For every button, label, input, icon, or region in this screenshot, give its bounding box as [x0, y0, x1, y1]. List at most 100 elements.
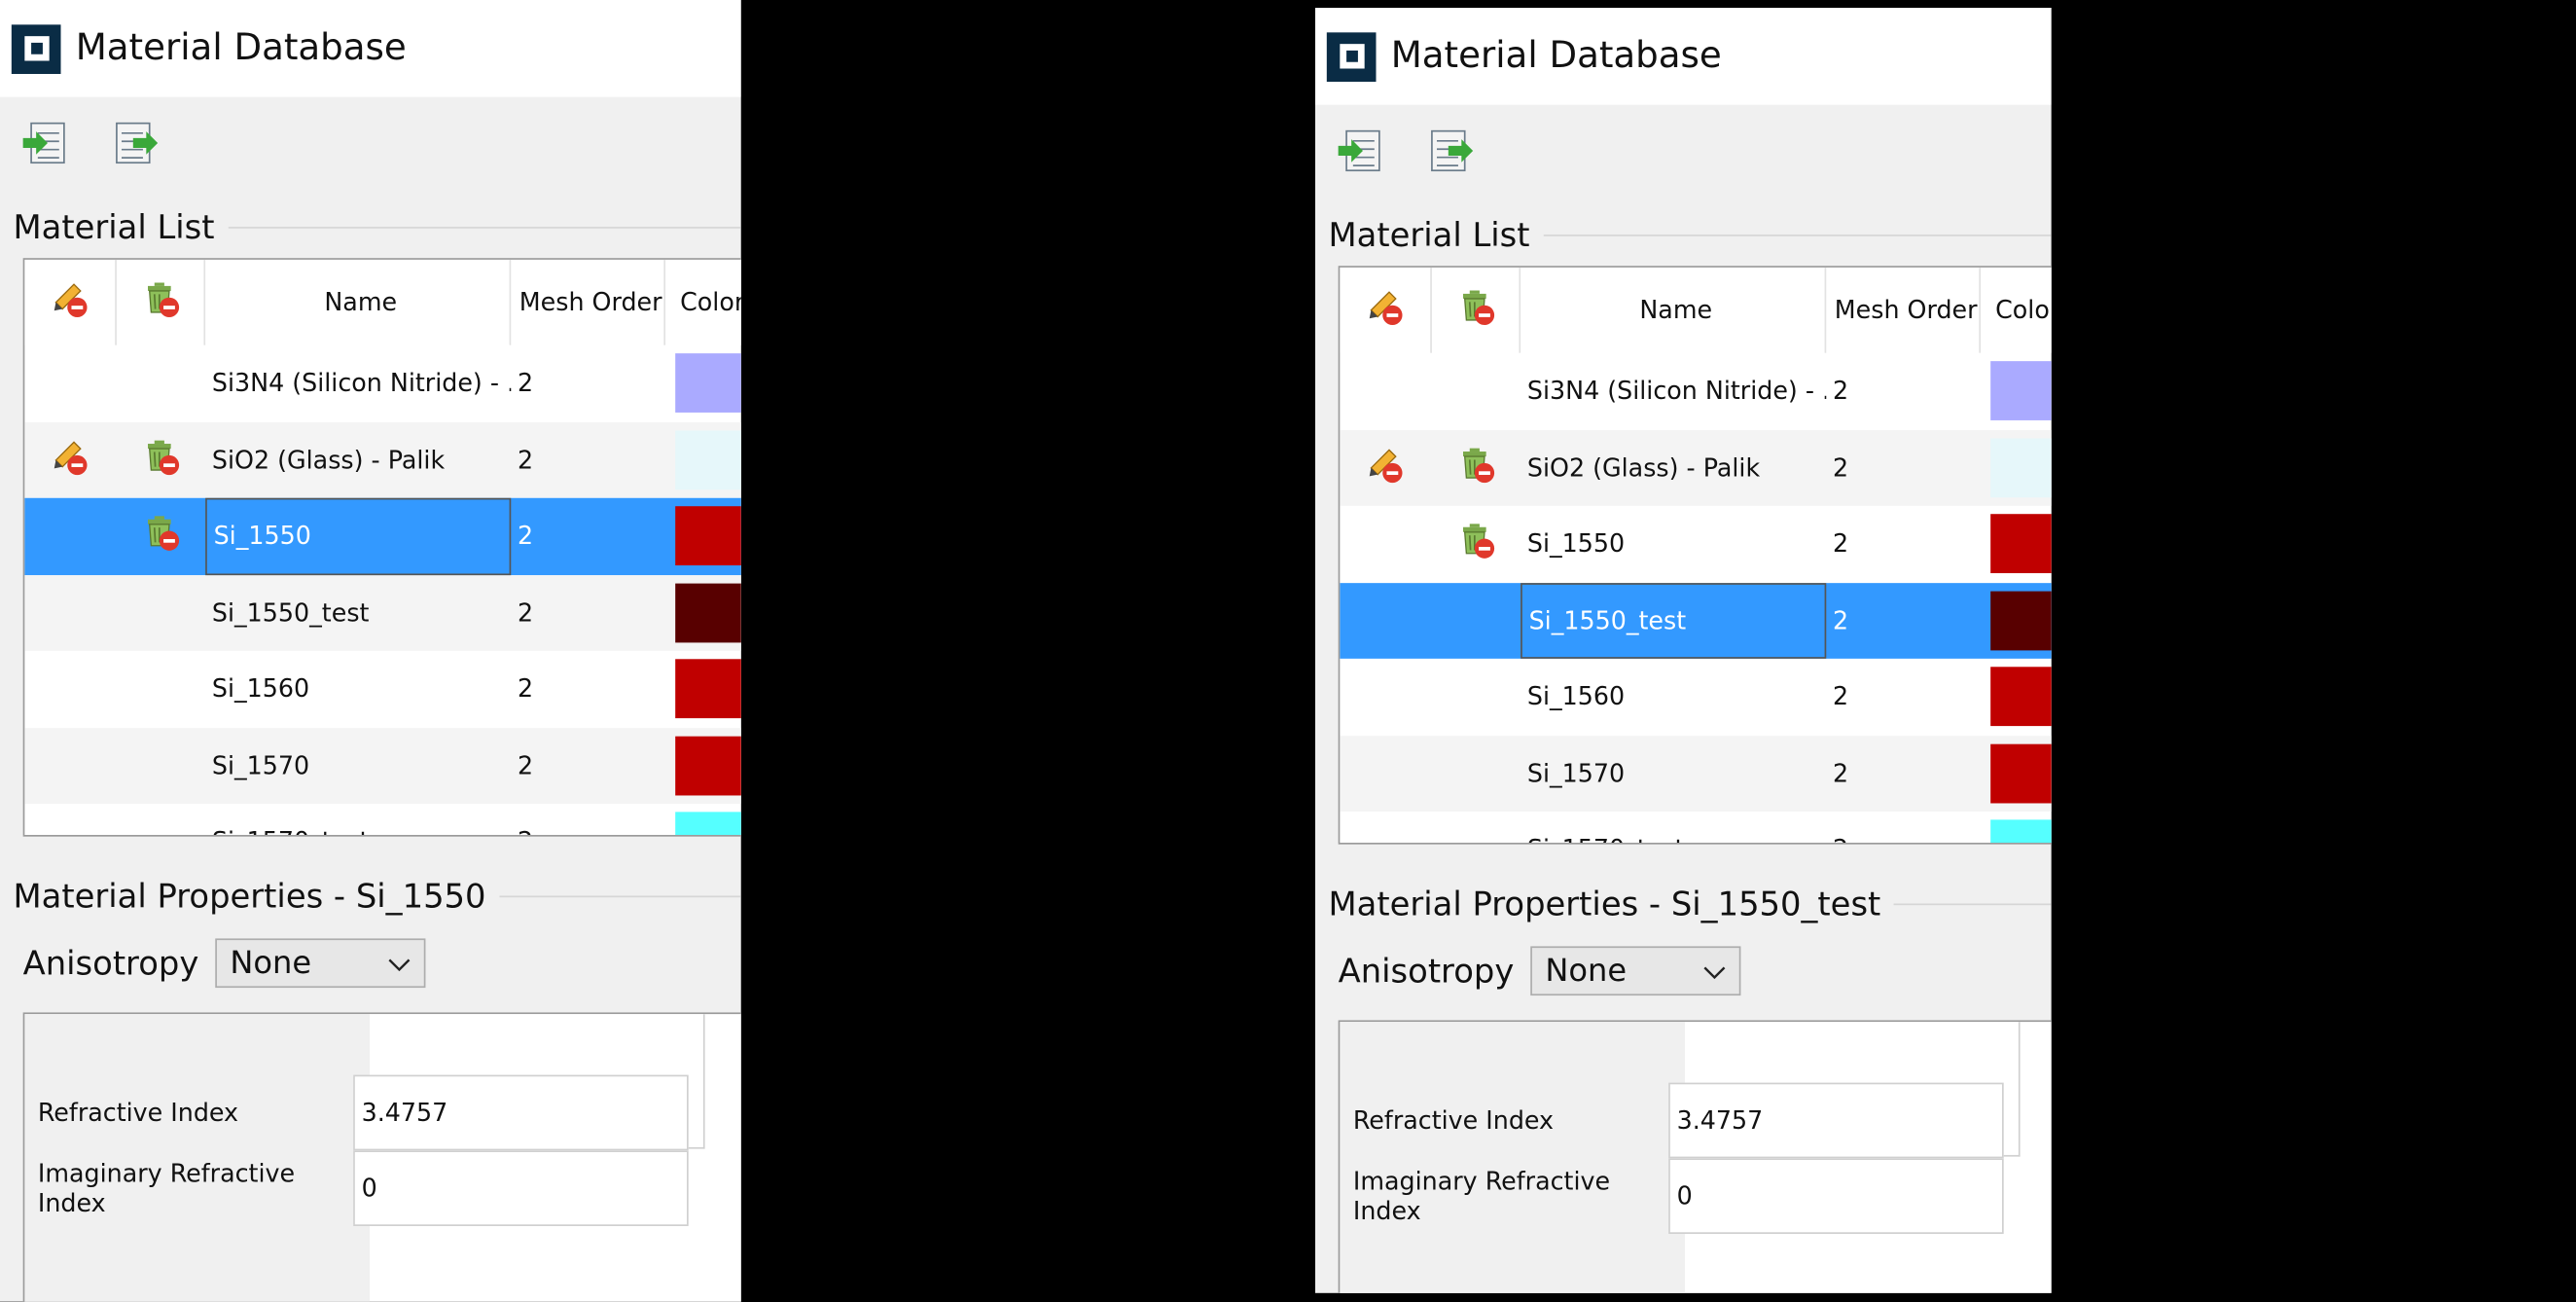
material-name[interactable]: Si_1570 [1521, 735, 1826, 812]
color-cell[interactable] [1981, 582, 2052, 659]
import-materials-button[interactable] [1332, 127, 1387, 182]
table-row[interactable]: Si_15502(n,k) Material2022-05-06 10... [24, 497, 741, 575]
table-row[interactable]: Si_1570_test2(n,k) Material2022-05-05 10… [1340, 812, 2052, 844]
color-swatch[interactable] [674, 736, 741, 796]
material-name[interactable]: Si_1550 [1521, 506, 1826, 583]
table-row[interactable]: Si_15602(n,k) Material2022-05-04 10... [24, 651, 741, 728]
table-row[interactable]: Si_15502(n,k) Material2022-05-06 10... [1340, 506, 2052, 583]
col-delete-header[interactable] [1432, 267, 1521, 353]
mesh-order[interactable]: 2 [1826, 735, 1981, 812]
col-edit-header[interactable] [1340, 267, 1432, 353]
delete-cell[interactable] [117, 498, 205, 575]
mesh-order[interactable]: 2 [1826, 582, 1981, 659]
delete-icon[interactable] [140, 512, 183, 561]
delete-cell[interactable] [1432, 506, 1521, 583]
color-swatch[interactable] [1989, 667, 2052, 727]
table-row[interactable]: Si_15602(n,k) Material2022-05-04 10... [1340, 659, 2052, 736]
col-name-header[interactable]: Name [1521, 267, 1827, 353]
color-cell[interactable] [665, 345, 741, 422]
edit-icon[interactable] [50, 435, 92, 485]
table-row[interactable]: Si3N4 (Silicon Nitride) - ...2Sampled 3D… [1340, 353, 2052, 430]
color-cell[interactable] [1981, 812, 2052, 844]
property-value-field[interactable]: 3.4757 [1668, 1082, 2004, 1159]
material-name[interactable]: Si3N4 (Silicon Nitride) - ... [1521, 353, 1826, 430]
table-row[interactable]: Si_1570_test2(n,k) Material2022-05-05 10… [24, 804, 741, 836]
material-name[interactable]: Si_1550_test [205, 574, 511, 651]
table-row[interactable]: Si_15702(n,k) Material2022-05-04 09... [1340, 735, 2052, 812]
material-name[interactable]: Si_1550 [205, 497, 512, 575]
material-name[interactable]: Si_1570 [205, 727, 511, 804]
color-cell[interactable] [1981, 506, 2052, 583]
color-swatch[interactable] [674, 506, 741, 566]
property-value-field[interactable]: 3.4757 [353, 1074, 689, 1151]
color-swatch[interactable] [674, 430, 741, 489]
col-color-header[interactable]: Color [665, 260, 741, 345]
color-swatch[interactable] [674, 812, 741, 836]
delete-icon[interactable] [1455, 520, 1498, 569]
color-swatch[interactable] [1989, 438, 2052, 497]
color-swatch[interactable] [674, 583, 741, 642]
color-swatch[interactable] [1989, 743, 2052, 804]
table-row[interactable]: Si_1550_test2(n,k) Material2022-05-06 10… [1340, 582, 2052, 659]
edit-icon[interactable] [1365, 443, 1408, 492]
delete-cell[interactable] [1432, 429, 1521, 506]
material-name[interactable]: Si_1560 [205, 651, 511, 728]
col-mesh-order-header[interactable]: Mesh Order [1826, 267, 1982, 353]
anisotropy-dropdown[interactable]: None [1530, 946, 1741, 996]
col-edit-header[interactable] [24, 259, 117, 345]
color-cell[interactable] [1981, 353, 2052, 430]
mesh-order[interactable]: 2 [511, 804, 665, 835]
table-row[interactable]: SiO2 (Glass) - Palik2Sampled 3D...2008-0… [1340, 429, 2052, 506]
color-cell[interactable] [665, 651, 741, 728]
color-swatch[interactable] [1989, 819, 2052, 844]
export-materials-button[interactable] [108, 119, 163, 174]
table-row[interactable]: Si_1550_test2(n,k) Material2022-05-06 10… [24, 574, 741, 651]
color-cell[interactable] [1981, 429, 2052, 506]
delete-icon[interactable] [140, 435, 183, 485]
color-cell[interactable] [1981, 659, 2052, 736]
col-mesh-order-header[interactable]: Mesh Order [511, 259, 666, 345]
material-name[interactable]: Si_1570_test [205, 804, 511, 835]
color-cell[interactable] [665, 574, 741, 651]
table-row[interactable]: Si3N4 (Silicon Nitride) - ...2Sampled 3D… [24, 345, 741, 422]
col-color-header[interactable]: Color [1981, 268, 2052, 353]
table-row[interactable]: SiO2 (Glass) - Palik2Sampled 3D...2008-0… [24, 421, 741, 498]
edit-cell[interactable] [1340, 429, 1432, 506]
mesh-order[interactable]: 2 [1826, 812, 1981, 843]
material-name[interactable]: Si3N4 (Silicon Nitride) - ... [205, 345, 511, 422]
delete-icon[interactable] [1455, 443, 1498, 492]
color-swatch[interactable] [1989, 591, 2052, 650]
delete-cell[interactable] [117, 421, 205, 498]
material-name[interactable]: Si_1570_test [1521, 812, 1826, 843]
material-name[interactable]: Si_1560 [1521, 659, 1826, 736]
property-value-field[interactable]: 0 [353, 1150, 689, 1226]
col-delete-header[interactable] [117, 259, 206, 345]
mesh-order[interactable]: 2 [511, 421, 665, 498]
export-materials-button[interactable] [1423, 127, 1479, 182]
mesh-order[interactable]: 2 [511, 574, 665, 651]
mesh-order[interactable]: 2 [1826, 353, 1981, 430]
col-name-header[interactable]: Name [205, 259, 512, 345]
mesh-order[interactable]: 2 [511, 498, 665, 575]
anisotropy-dropdown[interactable]: None [215, 938, 426, 989]
import-materials-button[interactable] [17, 119, 72, 174]
material-name[interactable]: SiO2 (Glass) - Palik [1521, 429, 1826, 506]
color-swatch[interactable] [1989, 514, 2052, 574]
color-swatch[interactable] [1989, 361, 2052, 421]
mesh-order[interactable]: 2 [1826, 659, 1981, 736]
mesh-order[interactable]: 2 [1826, 506, 1981, 583]
color-swatch[interactable] [674, 659, 741, 719]
edit-cell[interactable] [24, 421, 117, 498]
color-swatch[interactable] [674, 353, 741, 414]
mesh-order[interactable]: 2 [511, 651, 665, 728]
mesh-order[interactable]: 2 [1826, 429, 1981, 506]
material-name[interactable]: Si_1550_test [1521, 582, 1827, 659]
color-cell[interactable] [665, 727, 741, 804]
color-cell[interactable] [1981, 735, 2052, 812]
color-cell[interactable] [665, 804, 741, 836]
property-value-field[interactable]: 0 [1668, 1158, 2004, 1234]
mesh-order[interactable]: 2 [511, 345, 665, 422]
color-cell[interactable] [665, 498, 741, 575]
color-cell[interactable] [665, 421, 741, 498]
table-row[interactable]: Si_15702(n,k) Material2022-05-04 09... [24, 727, 741, 804]
